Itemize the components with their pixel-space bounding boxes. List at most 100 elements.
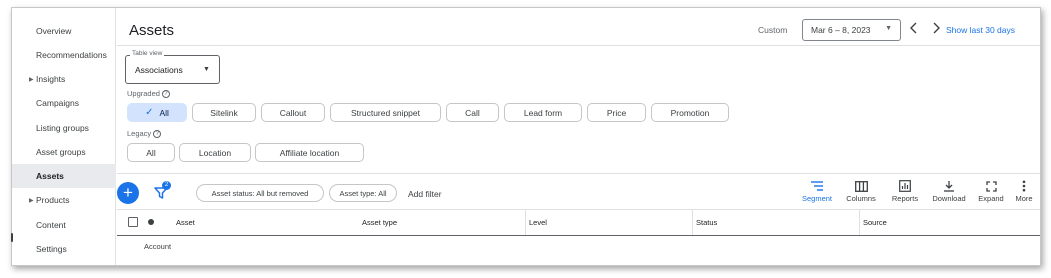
- chip-label: Lead form: [523, 107, 563, 118]
- chevron-right-icon: [933, 22, 940, 34]
- chip-label: Price: [606, 107, 627, 118]
- expand-icon: [985, 180, 997, 192]
- filter-pill-label: Asset status: All but removed: [211, 188, 309, 198]
- toolbar-divider: [117, 173, 1040, 174]
- sidebar-item-overview[interactable]: Overview: [12, 19, 116, 43]
- sidebar-item-label: Campaigns: [36, 98, 79, 108]
- chip-promotion[interactable]: Promotion: [651, 103, 729, 122]
- sidebar-item-insights[interactable]: ▶ Insights: [12, 67, 116, 91]
- chip-location[interactable]: Location: [179, 143, 251, 162]
- download-button[interactable]: Download: [927, 179, 971, 205]
- table-row: Account: [144, 242, 172, 251]
- upgraded-label: Upgraded?: [127, 89, 170, 99]
- sidebar-item-campaigns[interactable]: Campaigns: [12, 91, 116, 115]
- chip-legacy-all[interactable]: All: [127, 143, 175, 162]
- sidebar-item-assets[interactable]: Assets: [12, 164, 116, 188]
- more-label: More: [1015, 194, 1033, 203]
- sidebar-item-listing-groups[interactable]: Listing groups: [12, 116, 116, 140]
- column-separator: [692, 210, 693, 235]
- column-header-status[interactable]: Status: [696, 210, 717, 235]
- chip-sitelink[interactable]: Sitelink: [192, 103, 256, 122]
- sidebar-item-label: Content: [36, 220, 66, 230]
- segment-button[interactable]: Segment: [795, 179, 839, 205]
- check-icon: ✓: [145, 107, 154, 118]
- chip-lead-form[interactable]: Lead form: [504, 103, 582, 122]
- header-divider: [117, 45, 1040, 46]
- table-top-divider: [117, 209, 1040, 210]
- sidebar-item-products[interactable]: ▶ Products: [12, 188, 116, 212]
- drag-handle[interactable]: [11, 233, 13, 242]
- filter-count-badge: 2: [162, 181, 171, 190]
- filter-pill-label: Asset type: All: [339, 188, 387, 198]
- legacy-label-text: Legacy: [127, 129, 152, 138]
- sidebar-item-recommendations[interactable]: Recommendations: [12, 43, 116, 67]
- sidebar-item-label: Recommendations: [36, 50, 107, 60]
- more-vert-icon: [1022, 180, 1026, 192]
- sidebar-item-label: Insights: [36, 74, 66, 84]
- add-asset-button[interactable]: +: [117, 182, 139, 204]
- app-window: Overview Recommendations ▶ Insights Camp…: [11, 7, 1041, 266]
- next-period-button[interactable]: [929, 22, 943, 37]
- filter-pill-asset-status[interactable]: Asset status: All but removed: [196, 184, 324, 202]
- sidebar-item-content[interactable]: Content: [12, 213, 116, 237]
- column-header-level[interactable]: Level: [529, 210, 547, 235]
- filter-pill-asset-type[interactable]: Asset type: All: [329, 184, 397, 202]
- segment-label: Segment: [801, 194, 833, 203]
- chip-structured-snippet[interactable]: Structured snippet: [330, 103, 441, 122]
- download-icon: [944, 181, 954, 192]
- more-button[interactable]: More: [1006, 179, 1040, 205]
- add-filter-button[interactable]: Add filter: [408, 189, 442, 199]
- chip-affiliate-location[interactable]: Affiliate location: [255, 143, 364, 162]
- sidebar-item-settings[interactable]: Settings: [12, 237, 116, 261]
- dropdown-arrow-icon: ▼: [203, 66, 210, 73]
- sidebar-nav: Overview Recommendations ▶ Insights Camp…: [12, 8, 116, 265]
- columns-button[interactable]: Columns: [839, 179, 883, 205]
- chip-label: Promotion: [670, 107, 710, 118]
- segment-icon: [811, 181, 823, 191]
- upgraded-label-text: Upgraded: [127, 89, 160, 98]
- column-header-source[interactable]: Source: [863, 210, 887, 235]
- column-separator: [525, 210, 526, 235]
- column-header-asset[interactable]: Asset: [176, 210, 195, 235]
- page-title: Assets: [129, 22, 175, 39]
- show-last-30-days-link[interactable]: Show last 30 days: [946, 25, 1015, 35]
- table-header-divider: [117, 235, 1040, 236]
- help-icon[interactable]: ?: [153, 130, 162, 139]
- chip-label: Sitelink: [210, 107, 238, 118]
- caret-right-icon: ▶: [29, 76, 34, 83]
- chip-call[interactable]: Call: [446, 103, 499, 122]
- chip-price[interactable]: Price: [587, 103, 646, 122]
- chip-callout[interactable]: Callout: [261, 103, 325, 122]
- status-dot-icon: [148, 219, 154, 225]
- reports-label: Reports: [891, 194, 919, 203]
- sidebar-item-asset-groups[interactable]: Asset groups: [12, 140, 116, 164]
- chevron-left-icon: [910, 22, 917, 34]
- sidebar-item-label: Listing groups: [36, 123, 89, 133]
- help-icon[interactable]: ?: [161, 90, 170, 99]
- columns-icon: [854, 180, 868, 192]
- date-range-value: Mar 6 – 8, 2023: [811, 25, 871, 35]
- date-range-type-label: Custom: [758, 25, 788, 35]
- date-range-picker[interactable]: Mar 6 – 8, 2023 ▼: [802, 19, 901, 41]
- chip-label: All: [146, 147, 156, 158]
- table-view-value: Associations: [135, 65, 183, 75]
- reports-icon: [899, 180, 911, 192]
- chip-label: All: [159, 107, 169, 118]
- chip-label: Callout: [279, 107, 307, 118]
- column-header-asset-type[interactable]: Asset type: [362, 210, 397, 235]
- dropdown-arrow-icon: ▼: [885, 25, 892, 32]
- caret-right-icon: ▶: [29, 197, 34, 204]
- chip-label: Call: [465, 107, 480, 118]
- reports-button[interactable]: Reports: [883, 179, 927, 205]
- sidebar-item-label: Settings: [36, 244, 67, 254]
- sidebar-item-label: Assets: [36, 171, 64, 181]
- previous-period-button[interactable]: [907, 22, 921, 37]
- select-all-checkbox[interactable]: [128, 217, 138, 227]
- chip-label: Location: [198, 147, 232, 158]
- chip-upgraded-all[interactable]: ✓ All: [127, 103, 187, 122]
- chip-label: Affiliate location: [279, 147, 340, 158]
- column-separator: [859, 210, 860, 235]
- table-view-legend: Table view: [130, 50, 165, 57]
- chip-label: Structured snippet: [351, 107, 420, 118]
- sidebar-item-label: Overview: [36, 26, 72, 36]
